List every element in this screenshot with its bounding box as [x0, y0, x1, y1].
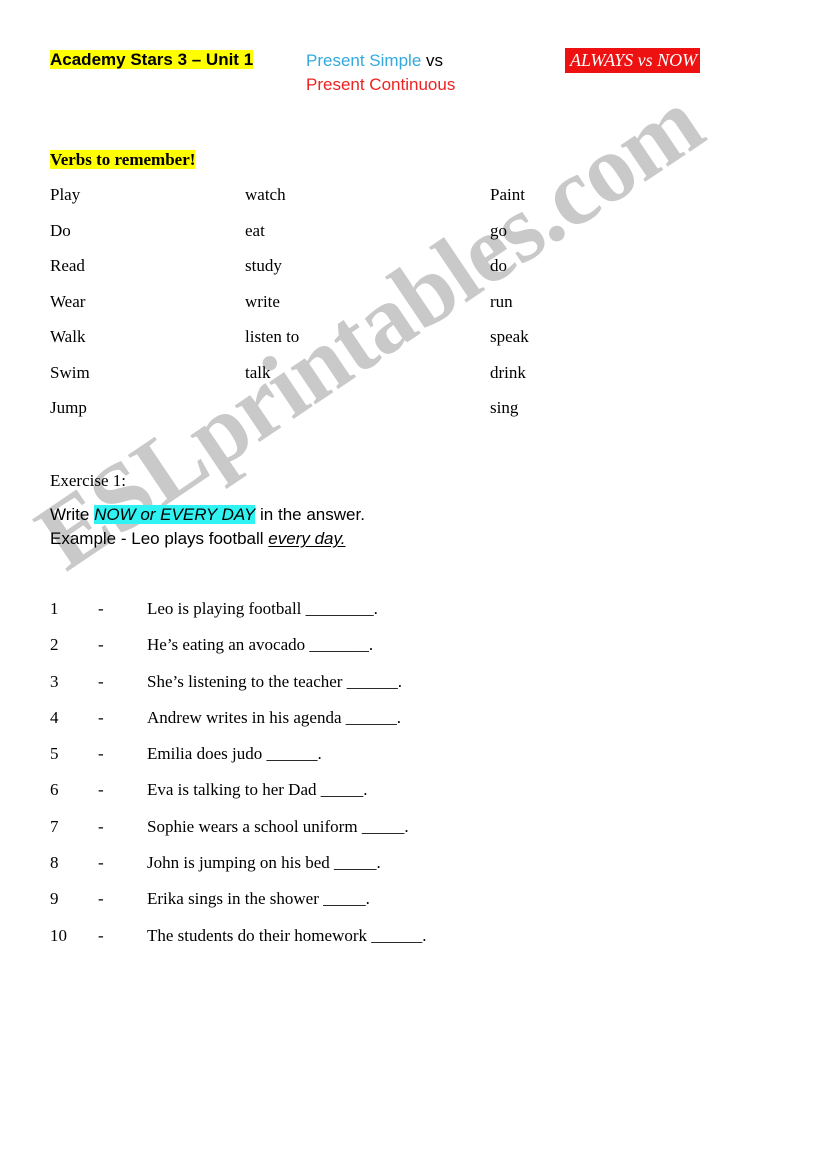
question-text[interactable]: John is jumping on his bed _____. — [147, 852, 381, 874]
question-dash: - — [98, 816, 104, 836]
question-number: 1 — [50, 599, 59, 618]
question-dash: - — [98, 707, 104, 727]
question-number: 7 — [50, 816, 59, 836]
verb-item: go — [490, 220, 507, 240]
question-row[interactable]: 6 - Eva is talking to her Dad _____. — [0, 779, 821, 815]
question-dash: - — [98, 671, 104, 691]
question-text[interactable]: Andrew writes in his agenda ______. — [147, 707, 401, 729]
verb-row: Walk listen to speak — [0, 326, 821, 362]
instruction-suffix: in the answer. — [255, 505, 365, 524]
question-dash: - — [98, 853, 104, 873]
verbs-section-heading: Verbs to remember! — [50, 149, 196, 171]
verb-item: Do — [50, 220, 71, 240]
worksheet-page: ESLprintables.com Academy Stars 3 – Unit… — [0, 0, 821, 1161]
question-number: 3 — [50, 671, 59, 691]
question-text[interactable]: The students do their homework ______. — [147, 925, 427, 947]
present-continuous-label: Present Continuous — [306, 75, 456, 94]
question-number: 2 — [50, 635, 59, 655]
always-vs-now-badge: ALWAYS vs NOW — [565, 48, 701, 73]
question-dash: - — [98, 780, 104, 800]
verb-item: Jump — [50, 398, 87, 417]
verb-item: study — [245, 256, 282, 275]
question-row[interactable]: 9 - Erika sings in the shower _____. — [0, 888, 821, 924]
question-row[interactable]: 2 - He’s eating an avocado _______. — [0, 634, 821, 670]
verb-item: talk — [245, 362, 271, 382]
unit-title: Academy Stars 3 – Unit 1 — [50, 48, 262, 72]
verb-item: Swim — [50, 362, 90, 382]
question-row[interactable]: 10 - The students do their homework ____… — [0, 925, 821, 961]
verb-row: Read study do — [0, 255, 821, 291]
question-row[interactable]: 8 - John is jumping on his bed _____. — [0, 852, 821, 888]
question-number: 8 — [50, 853, 59, 873]
verb-item: Wear — [50, 291, 86, 311]
question-list: 1 - Leo is playing football ________. 2 … — [0, 598, 821, 961]
question-number: 10 — [50, 925, 67, 945]
question-text[interactable]: Eva is talking to her Dad _____. — [147, 779, 368, 801]
exercise-instruction: Write NOW or EVERY DAY in the answer. — [50, 503, 365, 527]
verb-item: Read — [50, 256, 85, 275]
verb-row: Play watch Paint — [0, 184, 821, 220]
example-answer: every day. — [268, 529, 346, 548]
verb-item: run — [490, 291, 513, 311]
vs-label: vs — [421, 51, 444, 70]
present-simple-label: Present Simple — [306, 51, 422, 70]
verb-row: Do eat go — [0, 220, 821, 256]
verbs-heading-text: Verbs to remember! — [50, 150, 196, 169]
question-row[interactable]: 4 - Andrew writes in his agenda ______. — [0, 707, 821, 743]
verb-item: listen to — [245, 327, 300, 346]
instruction-keywords: NOW or EVERY DAY — [94, 505, 256, 524]
instruction-prefix: Write — [50, 505, 95, 524]
question-row[interactable]: 7 - Sophie wears a school uniform _____. — [0, 816, 821, 852]
question-text[interactable]: Erika sings in the shower _____. — [147, 888, 370, 910]
verb-item: Walk — [50, 327, 86, 346]
question-row[interactable]: 1 - Leo is playing football ________. — [0, 598, 821, 634]
question-row[interactable]: 3 - She’s listening to the teacher _____… — [0, 671, 821, 707]
worksheet-header: Academy Stars 3 – Unit 1 Present Simple … — [0, 48, 821, 108]
verb-item: write — [245, 291, 280, 311]
verb-item: watch — [245, 185, 286, 204]
question-text[interactable]: She’s listening to the teacher ______. — [147, 671, 402, 693]
question-number: 6 — [50, 780, 59, 800]
verbs-list: Play watch Paint Do eat go Read study do… — [0, 184, 821, 433]
tense-comparison-title: Present Simple vs Present Continuous — [306, 49, 536, 97]
unit-title-text: Academy Stars 3 – Unit 1 — [50, 50, 254, 69]
exercise-example: Example - Leo plays football every day. — [50, 527, 345, 551]
question-text[interactable]: Emilia does judo ______. — [147, 743, 322, 765]
question-text[interactable]: He’s eating an avocado _______. — [147, 634, 373, 656]
verb-item: drink — [490, 362, 526, 382]
question-text[interactable]: Sophie wears a school uniform _____. — [147, 816, 409, 838]
question-dash: - — [98, 744, 104, 764]
question-dash: - — [98, 635, 104, 655]
verb-item: do — [490, 256, 507, 275]
question-dash: - — [98, 925, 104, 945]
question-dash: - — [98, 889, 104, 909]
question-number: 5 — [50, 744, 59, 764]
question-number: 4 — [50, 707, 59, 727]
verb-item: sing — [490, 398, 519, 417]
question-row[interactable]: 5 - Emilia does judo ______. — [0, 743, 821, 779]
exercise-label: Exercise 1: — [50, 471, 126, 490]
verb-item: speak — [490, 327, 529, 346]
question-text[interactable]: Leo is playing football ________. — [147, 598, 378, 620]
verb-item: eat — [245, 220, 265, 240]
verb-item: Paint — [490, 185, 525, 204]
verb-row: Wear write run — [0, 291, 821, 327]
verb-item: Play — [50, 185, 81, 204]
question-dash: - — [98, 599, 104, 618]
example-prefix: Example - Leo plays football — [50, 529, 269, 548]
question-number: 9 — [50, 889, 59, 909]
verb-row: Jump sing — [0, 397, 821, 433]
verb-row: Swim talk drink — [0, 362, 821, 398]
